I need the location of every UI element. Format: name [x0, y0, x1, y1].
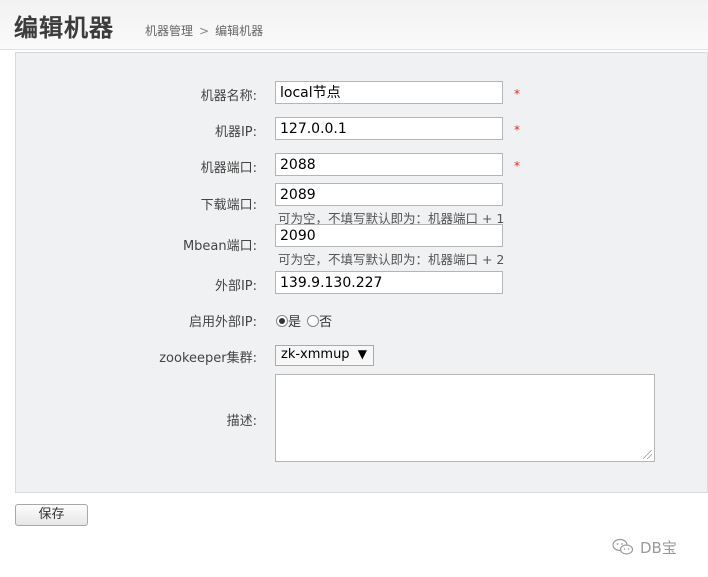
mbean-port-input[interactable]: 2090	[275, 224, 503, 247]
breadcrumb: 机器管理 > 编辑机器	[145, 22, 263, 39]
enable-external-ip-radio-group: 是 否	[276, 311, 334, 330]
breadcrumb-edit-machine: 编辑机器	[215, 24, 264, 38]
zookeeper-select[interactable]: zk-xmmup ▼	[275, 345, 374, 366]
page-title: 编辑机器	[14, 14, 114, 42]
external-ip-input[interactable]: 139.9.130.227	[275, 271, 503, 294]
header: 编辑机器 机器管理 > 编辑机器	[0, 0, 708, 50]
resize-grip-icon[interactable]	[643, 450, 652, 459]
watermark: DB宝	[612, 537, 677, 558]
mbean-port-label: Mbean端口:	[182, 239, 257, 254]
ip-label: 机器IP:	[214, 125, 257, 140]
name-input[interactable]: local节点	[275, 81, 503, 104]
ip-required-mark: *	[514, 123, 520, 137]
radio-yes[interactable]	[276, 315, 288, 327]
zookeeper-selected-value: zk-xmmup	[281, 347, 350, 362]
enable-external-ip-label: 启用外部IP:	[188, 315, 257, 330]
external-ip-label: 外部IP:	[214, 279, 257, 294]
download-port-label: 下载端口:	[200, 198, 257, 213]
port-label: 机器端口:	[200, 161, 257, 176]
name-label: 机器名称:	[200, 89, 257, 104]
radio-no[interactable]	[307, 315, 320, 327]
name-required-mark: *	[514, 87, 520, 101]
download-port-input[interactable]: 2089	[275, 183, 503, 206]
ip-input[interactable]: 127.0.0.1	[275, 117, 503, 140]
breadcrumb-machine-management[interactable]: 机器管理	[145, 24, 193, 38]
save-button[interactable]: 保存	[15, 504, 88, 526]
watermark-text: DB宝	[640, 539, 677, 557]
dropdown-arrow-icon: ▼	[357, 347, 367, 361]
radio-no-label: 否	[319, 315, 333, 330]
mbean-port-hint: 可为空，不填写默认即为：机器端口 + 2	[278, 252, 505, 267]
description-label: 描述:	[226, 414, 257, 429]
radio-yes-label: 是	[288, 315, 302, 330]
wechat-icon	[612, 538, 634, 555]
edit-machine-form: 机器名称: local节点 * 机器IP: 127.0.0.1 * 机器端口: …	[15, 52, 708, 493]
description-textarea[interactable]	[275, 374, 655, 462]
zookeeper-label: zookeeper集群:	[159, 351, 257, 366]
port-required-mark: *	[514, 159, 520, 173]
port-input[interactable]: 2088	[275, 153, 503, 176]
breadcrumb-separator: >	[199, 24, 210, 38]
